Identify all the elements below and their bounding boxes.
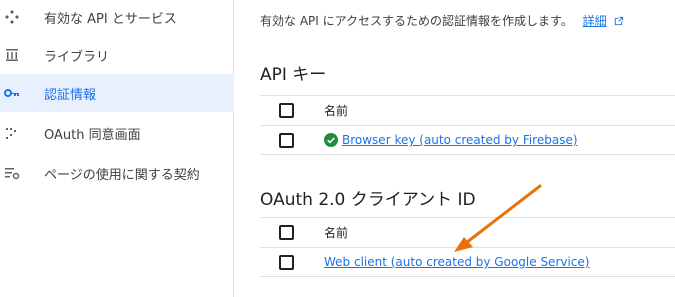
browser-key-link[interactable]: Browser key (auto created by Firebase) — [342, 133, 578, 147]
row-checkbox[interactable] — [279, 132, 294, 148]
table-header-row: 名前 — [260, 217, 675, 247]
check-circle-icon — [324, 133, 338, 147]
sidebar-item-label: 認証情報 — [44, 87, 97, 103]
sidebar-item-oauth-consent[interactable]: OAuth 同意画面 — [0, 114, 234, 152]
sidebar-item-label: ライブラリ — [44, 49, 110, 65]
sidebar: 有効な API とサービス ライブラリ 認証情報 OAuth 同意画面 ページの… — [0, 0, 234, 297]
table-row: Browser key (auto created by Firebase) — [260, 125, 675, 155]
row-checkbox[interactable] — [279, 254, 294, 270]
intro-text: 有効な API にアクセスするための認証情報を作成します。 詳細 — [260, 12, 624, 30]
api-keys-title: API キー — [260, 65, 327, 85]
sidebar-item-label: ページの使用に関する契約 — [44, 167, 200, 183]
column-header-name: 名前 — [324, 226, 349, 240]
table-row: Web client (auto created by Google Servi… — [260, 247, 675, 277]
select-all-checkbox[interactable] — [279, 225, 294, 240]
main-content: 有効な API にアクセスするための認証情報を作成します。 詳細 API キー … — [235, 0, 675, 297]
library-icon — [3, 46, 21, 64]
intro-description: 有効な API にアクセスするための認証情報を作成します。 — [260, 14, 573, 28]
sidebar-item-credentials[interactable]: 認証情報 — [0, 74, 234, 112]
api-keys-table: 名前 Browser key (auto created by Firebase… — [260, 95, 675, 155]
table-header-row: 名前 — [260, 95, 675, 125]
oauth-clients-table: 名前 Web client (auto created by Google Se… — [260, 217, 675, 277]
sidebar-item-label: 有効な API とサービス — [44, 11, 177, 27]
services-icon — [3, 8, 21, 26]
client-name-cell: Web client (auto created by Google Servi… — [324, 255, 589, 269]
learn-more-link[interactable]: 詳細 — [583, 14, 607, 28]
web-client-link[interactable]: Web client (auto created by Google Servi… — [324, 255, 589, 269]
key-icon — [3, 84, 21, 102]
consent-icon — [3, 124, 21, 142]
agreements-icon — [3, 164, 21, 182]
sidebar-item-page-usage-agreements[interactable]: ページの使用に関する契約 — [0, 154, 234, 192]
select-all-checkbox[interactable] — [279, 103, 294, 118]
sidebar-item-label: OAuth 同意画面 — [44, 127, 141, 143]
sidebar-item-enabled-apis[interactable]: 有効な API とサービス — [0, 0, 234, 36]
column-header-name: 名前 — [324, 104, 349, 118]
oauth-clients-title: OAuth 2.0 クライアント ID — [260, 190, 476, 210]
key-name-cell: Browser key (auto created by Firebase) — [324, 133, 578, 147]
external-link-icon — [613, 16, 624, 30]
sidebar-item-library[interactable]: ライブラリ — [0, 36, 234, 74]
